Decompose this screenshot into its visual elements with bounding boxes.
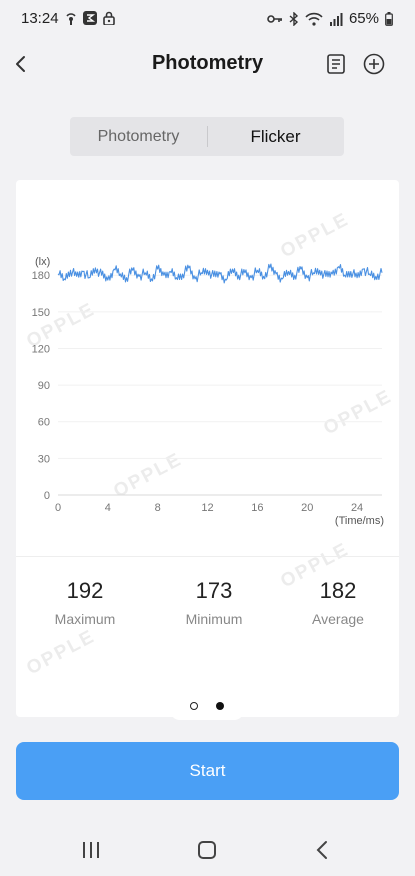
- status-left-icons: [64, 11, 116, 25]
- x-tick-label: 24: [351, 502, 363, 514]
- lock-icon: [103, 11, 115, 25]
- key-icon: [267, 14, 282, 23]
- x-tick-label: 16: [251, 502, 263, 514]
- home-icon[interactable]: [192, 836, 222, 864]
- x-axis-label: (Time/ms): [335, 515, 384, 527]
- flicker-card: OPPLE OPPLE OPPLE OPPLE OPPLE OPPLE 0 30 6…: [16, 180, 399, 717]
- x-tick-label: 12: [201, 502, 213, 514]
- x-tick-label: 20: [301, 502, 313, 514]
- flicker-chart: 0 30 60 90 120 150 180 0 4 8 12 16 20 24 (lx) (Time/ms): [32, 256, 384, 527]
- x-tick-label: 8: [155, 502, 161, 514]
- stat-label: Minimum: [185, 611, 243, 627]
- status-time: 13:24: [21, 10, 59, 27]
- stat-value: 192: [66, 578, 104, 603]
- tab-photometry[interactable]: Photometry: [70, 117, 207, 156]
- status-bar: 13:24 65%: [0, 0, 415, 38]
- x-tick-label: 4: [105, 502, 111, 514]
- y-axis-label: (lx): [35, 256, 50, 268]
- start-button[interactable]: Start: [16, 742, 399, 800]
- stat-value: 182: [319, 578, 357, 603]
- back-icon[interactable]: [308, 836, 338, 864]
- y-tick-label: 90: [38, 380, 50, 392]
- status-right: 65%: [267, 10, 393, 27]
- bluetooth-icon: [289, 11, 298, 26]
- x-tick-label: 0: [55, 502, 61, 514]
- stat-value: 173: [195, 578, 233, 603]
- battery-percent: 65%: [348, 10, 379, 27]
- stat-minimum: 173 Minimum: [154, 578, 274, 627]
- add-circle-icon[interactable]: [361, 51, 387, 77]
- signal-icon: [329, 12, 343, 26]
- recent-apps-icon[interactable]: [76, 836, 106, 864]
- stat-maximum: 192 Maximum: [25, 578, 145, 627]
- page-title: Photometry: [151, 52, 264, 74]
- stat-label: Maximum: [54, 611, 116, 627]
- tab-flicker[interactable]: Flicker: [207, 117, 344, 156]
- battery-icon: [385, 11, 393, 26]
- y-tick-label: 180: [32, 270, 50, 282]
- y-tick-label: 120: [32, 343, 50, 355]
- page-dot-active[interactable]: [216, 702, 224, 710]
- y-tick-label: 60: [38, 417, 50, 429]
- series-line: [57, 263, 383, 284]
- document-icon[interactable]: [323, 51, 349, 77]
- app-header: Photometry: [0, 40, 415, 88]
- wifi-icon: [305, 12, 323, 26]
- y-tick-label: 0: [44, 490, 50, 502]
- broadcast-icon: [66, 13, 76, 25]
- stat-label: Average: [312, 611, 364, 627]
- watermark: OPPLE: [23, 625, 99, 680]
- mode-segmented-control: Photometry Flicker: [70, 117, 344, 156]
- system-nav-bar: [0, 824, 415, 876]
- y-tick-label: 150: [32, 307, 50, 319]
- stats-divider: [16, 556, 399, 557]
- y-tick-label: 30: [38, 453, 50, 465]
- stat-average: 182 Average: [278, 578, 398, 627]
- app-badge-icon: [83, 11, 97, 25]
- page-dot[interactable]: [190, 702, 198, 710]
- page-indicator: [170, 696, 244, 720]
